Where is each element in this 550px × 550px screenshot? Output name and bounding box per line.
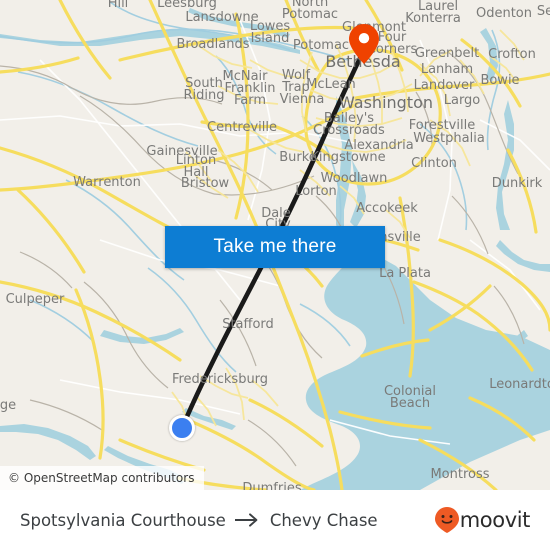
route-destination-label: Chevy Chase xyxy=(269,510,378,530)
osm-attribution[interactable]: © OpenStreetMap contributors xyxy=(0,466,205,490)
moovit-logo[interactable]: moovit xyxy=(434,507,531,533)
moovit-wordmark: moovit xyxy=(459,508,531,532)
take-me-there-button[interactable]: Take me there xyxy=(165,226,385,268)
footer-bar: Spotsylvania Courthouse Chevy Chase moov… xyxy=(0,490,550,550)
moovit-pin-smiley-icon xyxy=(434,507,459,533)
route-origin-label: Spotsylvania Courthouse xyxy=(20,510,226,530)
route-summary: Spotsylvania Courthouse Chevy Chase xyxy=(20,511,378,530)
map-canvas[interactable]: Hill Leesburg North Potomac Glenmont Laurel K… xyxy=(0,0,550,490)
origin-marker-dot xyxy=(169,415,195,441)
moovit-route-widget: Hill Leesburg North Potomac Glenmont Laurel K… xyxy=(0,0,550,550)
arrow-right-icon xyxy=(234,513,258,527)
